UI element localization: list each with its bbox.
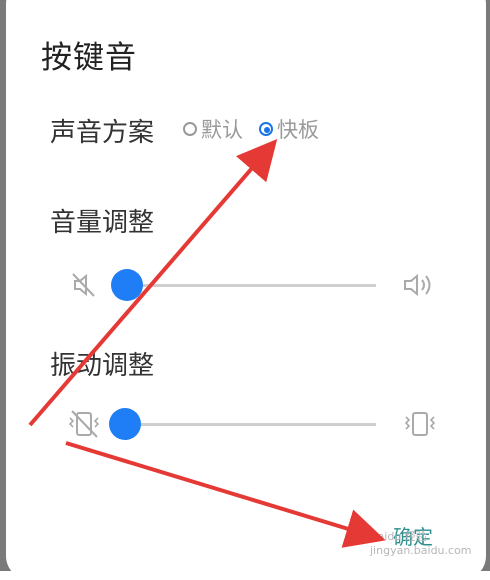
volume-label: 音量调整 <box>50 208 155 238</box>
watermark-line1: Baidu 经验 <box>370 530 427 543</box>
radio-option-default[interactable]: 默认 <box>183 114 243 144</box>
radio-allegro-circle[interactable] <box>259 122 273 136</box>
baidu-watermark: Baidu 经验 jingyan.baidu.com <box>370 530 472 559</box>
radio-default-label: 默认 <box>201 118 243 142</box>
volume-slider-track[interactable] <box>126 284 376 287</box>
radio-default-circle[interactable] <box>183 122 197 136</box>
watermark-line2: jingyan.baidu.com <box>370 544 472 558</box>
sound-scheme-label: 声音方案 <box>50 118 155 148</box>
vibration-slider-track[interactable] <box>126 423 376 426</box>
radio-option-allegro[interactable]: 快板 <box>259 114 319 144</box>
sound-scheme-radio-group: 默认 快板 <box>183 114 335 144</box>
volume-muted-icon <box>72 273 95 297</box>
dialog-title: 按键音 <box>41 40 137 76</box>
vibration-slider-row <box>66 404 446 444</box>
vibration-on-icon <box>404 412 436 436</box>
vibration-slider-thumb[interactable] <box>109 408 141 440</box>
volume-slider-thumb[interactable] <box>111 269 143 301</box>
radio-allegro-label: 快板 <box>277 118 319 142</box>
vibration-off-icon <box>68 410 100 438</box>
volume-slider-row <box>66 265 446 305</box>
volume-up-icon <box>404 273 431 297</box>
vibration-label: 振动调整 <box>50 351 155 381</box>
